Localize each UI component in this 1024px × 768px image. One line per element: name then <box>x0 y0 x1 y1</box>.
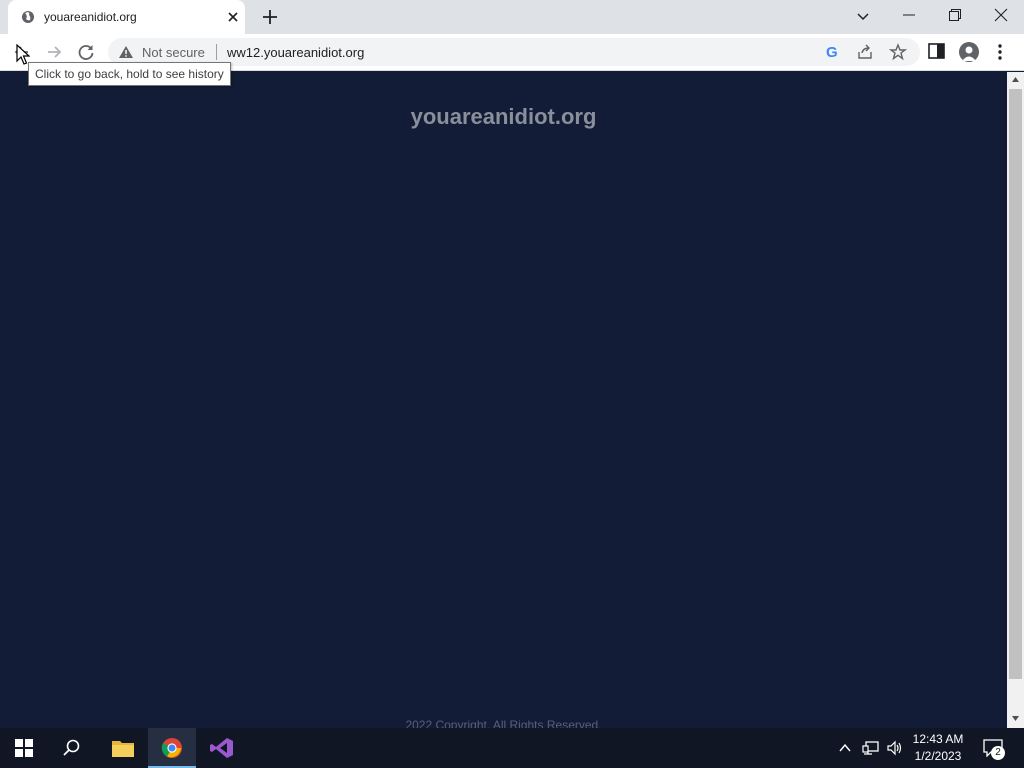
clock-time: 12:43 AM <box>912 732 964 746</box>
scroll-down-arrow-icon[interactable] <box>1011 714 1020 723</box>
minimize-button[interactable] <box>886 0 932 30</box>
tab-title: youareanidiot.org <box>44 10 137 24</box>
person-icon <box>962 46 976 61</box>
google-lens-icon[interactable]: G <box>826 44 838 61</box>
back-button-tooltip: Click to go back, hold to see history <box>28 62 231 86</box>
tab-search-icon[interactable] <box>854 7 872 25</box>
new-tab-icon[interactable] <box>261 8 279 26</box>
forward-arrow-icon[interactable] <box>43 41 65 63</box>
restore-icon <box>949 9 961 21</box>
windows-logo-icon <box>15 739 33 757</box>
restore-button[interactable] <box>932 0 978 30</box>
windows-taskbar: 12:43 AM 1/2/2023 2 <box>0 728 1024 768</box>
page-content: youareanidiot.org 2022 Copyright. All Ri… <box>0 72 1007 728</box>
close-window-button[interactable] <box>978 0 1024 30</box>
side-panel-icon[interactable] <box>928 43 946 59</box>
minimize-icon <box>903 14 915 16</box>
clock-date: 1/2/2023 <box>914 749 962 763</box>
taskbar-chrome[interactable] <box>148 728 196 768</box>
start-button[interactable] <box>0 728 48 768</box>
security-label[interactable]: Not secure <box>142 45 205 60</box>
address-separator <box>216 44 217 60</box>
mouse-cursor-icon <box>16 44 30 65</box>
close-tab-icon[interactable] <box>225 9 241 25</box>
browser-tab[interactable]: youareanidiot.org <box>8 0 245 34</box>
close-icon <box>994 8 1008 22</box>
taskbar-visual-studio[interactable] <box>197 728 245 768</box>
site-title: youareanidiot.org <box>410 104 597 129</box>
notification-count-badge: 2 <box>991 746 1005 760</box>
vertical-scrollbar[interactable] <box>1007 72 1024 728</box>
profile-avatar-icon[interactable] <box>959 42 979 62</box>
chrome-icon <box>161 738 182 758</box>
scrollbar-thumb[interactable] <box>1009 89 1022 679</box>
url-text[interactable]: ww12.youareanidiot.org <box>227 45 364 60</box>
volume-icon[interactable] <box>886 740 904 756</box>
warning-icon[interactable] <box>118 45 134 59</box>
file-explorer-icon <box>112 741 134 757</box>
share-icon[interactable] <box>857 44 873 60</box>
reload-icon[interactable] <box>75 41 97 63</box>
network-icon[interactable] <box>862 740 880 756</box>
show-hidden-icons-chevron-icon[interactable] <box>838 741 852 755</box>
tab-strip: youareanidiot.org <box>0 0 1024 34</box>
kebab-menu-icon[interactable] <box>997 43 1003 61</box>
system-clock[interactable]: 12:43 AM 1/2/2023 <box>906 731 970 765</box>
globe-icon <box>22 11 34 23</box>
scroll-up-arrow-icon[interactable] <box>1011 75 1020 84</box>
search-icon <box>63 739 80 756</box>
taskbar-file-explorer[interactable] <box>98 728 146 768</box>
bookmark-star-icon[interactable] <box>889 43 907 61</box>
copyright-footer: 2022 Copyright. All Rights Reserved. <box>405 718 602 728</box>
visual-studio-icon <box>210 738 233 758</box>
taskbar-search-button[interactable] <box>48 728 96 768</box>
